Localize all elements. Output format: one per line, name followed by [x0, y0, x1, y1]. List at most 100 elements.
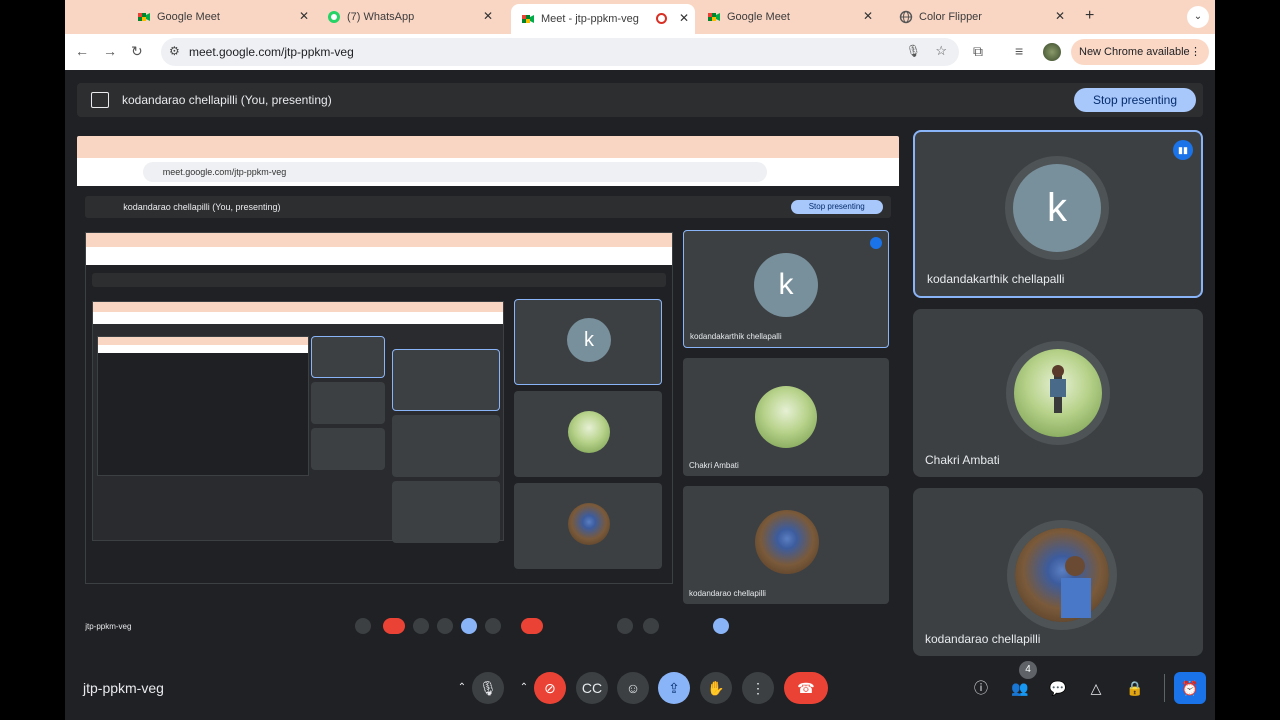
forward-icon[interactable]: → — [103, 43, 117, 59]
participant-count-badge: 4 — [1019, 661, 1037, 679]
participant-photo — [755, 510, 819, 574]
shared-tile-kodandarao: kodandarao chellapilli — [683, 486, 889, 604]
mic-button[interactable]: 🎙 — [472, 672, 504, 704]
hang-up-icon: ☎ — [797, 680, 815, 696]
deepest-toolbar — [98, 345, 308, 353]
speaking-indicator-icon: ▮▮ — [1173, 140, 1193, 160]
people-icon — [643, 618, 659, 634]
profile-avatar[interactable] — [1043, 43, 1061, 61]
tab-color-flipper[interactable]: Color Flipper ✕ — [899, 4, 1071, 30]
tab-google-meet-1[interactable]: Google Meet ✕ — [137, 4, 315, 30]
deepest-screen — [97, 336, 309, 476]
chat-icon: 💬 — [1049, 680, 1067, 696]
close-icon[interactable]: ✕ — [483, 9, 493, 23]
tab-whatsapp[interactable]: (7) WhatsApp ✕ — [327, 4, 499, 30]
close-icon[interactable]: ✕ — [1055, 9, 1065, 23]
shared-presenting-label: kodandarao chellapilli (You, presenting) — [123, 202, 281, 212]
media-controls-icon[interactable]: ≡ — [1015, 43, 1023, 59]
present-icon — [91, 92, 109, 108]
tab-google-meet-2[interactable]: Google Meet ✕ — [707, 4, 879, 30]
avatar: k — [1013, 164, 1101, 252]
info-icon: ⓘ — [974, 680, 988, 696]
avatar: k — [754, 253, 818, 317]
controls-divider — [1164, 674, 1165, 702]
back-icon[interactable]: ← — [75, 43, 89, 59]
deeper-toolbar — [93, 312, 503, 324]
tab-search-button[interactable]: ⌄ — [1187, 6, 1209, 28]
recording-icon — [656, 13, 667, 24]
nested-tab-strip — [86, 233, 672, 247]
extensions-icon[interactable]: ⧉ — [973, 43, 983, 60]
mic-icon[interactable]: 🎙 — [906, 44, 921, 58]
shared-url: meet.google.com/jtp-ppkm-veg — [142, 162, 768, 182]
participant-photo — [568, 503, 610, 545]
tab-meet-active[interactable]: Meet - jtp-ppkm-veg ✕ — [511, 4, 695, 34]
participant-tile-chakri[interactable]: Chakri Ambati — [913, 309, 1203, 477]
browser-window: Google Meet ✕ (7) WhatsApp ✕ Meet - jtp-… — [65, 0, 1215, 720]
timer-button[interactable]: ⏰ — [1174, 672, 1206, 704]
stop-presenting-button[interactable]: Stop presenting — [1074, 88, 1196, 112]
nested-tile-3 — [392, 481, 500, 543]
bookmark-star-icon[interactable]: ☆ — [935, 43, 947, 59]
host-controls-icon: 🔒 — [1126, 680, 1144, 696]
participant-photo — [1014, 349, 1102, 437]
emoji-button[interactable]: ☺ — [617, 672, 649, 704]
tab-title: Meet - jtp-ppkm-veg — [541, 13, 639, 25]
meeting-details-button[interactable]: ⓘ — [965, 672, 997, 704]
tab-title: Google Meet — [157, 11, 220, 23]
tab-title: Google Meet — [727, 11, 790, 23]
shared-meeting-code: jtp-ppkm-veg — [85, 622, 132, 631]
nested-tile-big-3 — [514, 483, 662, 569]
avatar: k — [567, 318, 611, 362]
nested-screen: k — [85, 232, 673, 584]
info-icon — [617, 618, 633, 634]
leave-call-button[interactable]: ☎ — [784, 672, 828, 704]
close-icon[interactable]: ✕ — [863, 9, 873, 23]
deeper-tab-strip — [93, 302, 503, 312]
new-tab-button[interactable]: + — [1085, 7, 1094, 25]
shared-tile-chakri: Chakri Ambati — [683, 358, 889, 476]
emoji-icon: ☺ — [625, 680, 641, 696]
address-bar[interactable]: ⚙ meet.google.com/jtp-ppkm-veg 🎙 ☆ — [161, 38, 959, 66]
site-info-icon[interactable]: ⚙ — [169, 44, 180, 58]
close-icon[interactable]: ✕ — [679, 11, 689, 25]
shared-tile-name: kodandakarthik chellapalli — [690, 332, 782, 341]
more-options-button[interactable]: ⋮ — [742, 672, 774, 704]
present-button[interactable]: ⇪ — [658, 672, 690, 704]
speaking-indicator-icon — [870, 237, 882, 249]
tab-title: Color Flipper — [919, 11, 982, 23]
raise-hand-button[interactable]: ✋ — [700, 672, 732, 704]
participant-photo — [1015, 528, 1109, 622]
more-options-icon: ⋮ — [751, 680, 765, 696]
activities-button[interactable]: △ — [1080, 672, 1112, 704]
participant-tile-karthik[interactable]: k ▮▮ kodandakarthik chellapalli — [913, 130, 1203, 298]
captions-button[interactable]: CC — [576, 672, 608, 704]
nested-tile-2 — [392, 415, 500, 477]
reload-icon[interactable]: ↻ — [131, 43, 143, 60]
whatsapp-icon — [327, 10, 341, 24]
tab-strip: Google Meet ✕ (7) WhatsApp ✕ Meet - jtp-… — [65, 0, 1215, 34]
video-settings-chevron-icon[interactable]: ⌃ — [515, 679, 533, 697]
deeper-tile-3 — [311, 428, 385, 470]
participant-name: Chakri Ambati — [925, 453, 1000, 467]
deepest-tab-strip — [98, 337, 308, 345]
camera-off-icon — [383, 618, 405, 634]
participant-name: kodandarao chellapilli — [925, 632, 1041, 646]
raise-hand-icon — [485, 618, 501, 634]
globe-icon — [899, 10, 913, 24]
camera-button[interactable]: ⊘ — [534, 672, 566, 704]
new-chrome-available-button[interactable]: New Chrome available ⋮ — [1071, 39, 1209, 65]
new-chrome-label: New Chrome available — [1079, 46, 1190, 58]
host-controls-button[interactable]: 🔒 — [1119, 672, 1151, 704]
chat-button[interactable]: 💬 — [1042, 672, 1074, 704]
meet-icon — [521, 12, 535, 26]
raise-hand-icon: ✋ — [707, 680, 725, 696]
nested-tile-1 — [392, 349, 500, 411]
audio-settings-chevron-icon[interactable]: ⌃ — [453, 679, 471, 697]
presenting-label: kodandarao chellapilli (You, presenting) — [122, 93, 332, 107]
close-icon[interactable]: ✕ — [299, 9, 309, 23]
meet-icon — [707, 10, 721, 24]
shared-stop-button: Stop presenting — [790, 200, 883, 214]
shared-tile-karthik: k kodandakarthik chellapalli — [683, 230, 889, 348]
participant-tile-kodandarao[interactable]: kodandarao chellapilli — [913, 488, 1203, 656]
